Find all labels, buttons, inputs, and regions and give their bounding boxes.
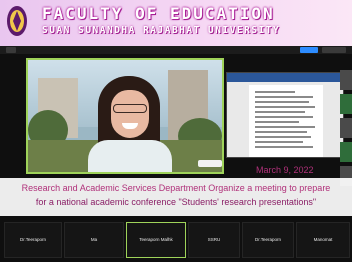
caption-line-2: for a national academic conference "Stud… [35,197,317,207]
participant-name: Manomat [313,237,333,242]
text-line [255,121,299,123]
meeting-menu-button[interactable] [6,47,16,53]
participant-name: Teeraporn Malhk [139,237,173,242]
speaker-face [111,90,149,138]
text-line [255,101,309,103]
faculty-title: FACULTY OF EDUCATION [42,4,275,23]
participant-tile[interactable]: Dr.Teeraporn [242,222,294,258]
text-line [255,96,313,98]
participant-tile[interactable]: Dr.Teeraporn [4,222,62,258]
text-line [255,126,315,128]
text-line [255,131,307,133]
text-line [255,146,313,148]
text-line [255,136,311,138]
speaker-video-tile[interactable] [26,58,224,174]
document-ribbon [227,73,343,82]
participant-name: Dr.Teeraporn [254,237,281,242]
caption-line-1: Research and Academic Services Departmen… [21,183,331,193]
participant-tile[interactable]: Manomat [296,222,350,258]
participant-thumbnail[interactable] [340,118,352,138]
gallery-toggle-button[interactable] [322,47,346,53]
participant-gallery: Dr.Teeraporn Ma Teeraporn Malhk SSRU Dr.… [0,222,352,262]
document-page [249,85,323,157]
text-line [255,91,295,93]
participant-thumbnail[interactable] [340,142,352,162]
university-title: SUAN SUNANDHA RAJABHAT UNIVERSITY [42,25,281,36]
text-line [255,111,305,113]
participant-name: Ma [90,237,98,242]
view-button[interactable] [300,47,318,53]
university-seal-icon [7,6,27,36]
participant-name: SSRU [207,237,221,242]
shared-document-window[interactable] [226,72,344,158]
participant-tile[interactable]: Ma [64,222,124,258]
participant-thumbnail[interactable] [340,94,352,114]
text-line [255,116,313,118]
speaker-glasses [113,104,147,113]
participant-tile-active[interactable]: Teeraporn Malhk [126,222,186,258]
text-line [255,106,315,108]
speaker-name-tag [198,160,222,167]
participant-tile[interactable]: SSRU [188,222,240,258]
speaker-shirt [88,140,172,172]
event-date: March 9, 2022 [256,165,314,175]
participant-thumbnail[interactable] [340,70,352,90]
participant-name: Dr.Teeraporn [19,237,46,242]
text-line [255,141,303,143]
